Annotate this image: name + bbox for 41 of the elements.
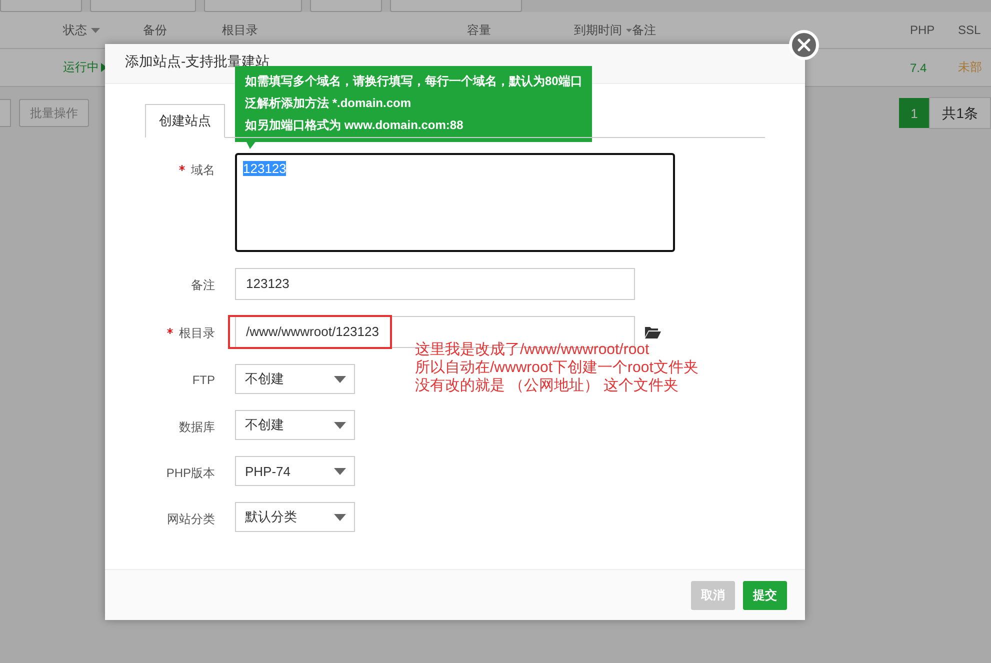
dropdown-caret-icon	[334, 514, 346, 520]
tab[interactable]: 创建站点	[145, 104, 225, 138]
page-button[interactable]: 1	[899, 98, 930, 128]
select-field[interactable]	[0, 99, 11, 127]
field-label: PHP版本	[165, 465, 215, 482]
batch-action-button[interactable]: 批量操作	[19, 99, 89, 127]
php-version-cell: 7.4	[910, 60, 927, 74]
required-asterisk-icon	[179, 165, 185, 171]
select-field[interactable]: 不创建	[235, 364, 355, 394]
required-asterisk-icon	[167, 328, 173, 334]
column-header[interactable]: 状态	[63, 22, 87, 38]
dropdown-caret-icon	[334, 376, 346, 382]
tooltip: 如需填写多个域名，请换行填写，每行一个域名，默认为80端口 泛解析添加方法 *.domain.com 如另加端口格式为 www.domain.com:88	[235, 66, 592, 142]
close-icon	[797, 38, 811, 52]
input-field[interactable]: 123123	[235, 268, 635, 300]
field-label: 域名	[145, 153, 215, 179]
column-header: PHP	[910, 23, 935, 37]
field-label: 网站分类	[166, 511, 215, 528]
ssl-status-cell: 未部	[958, 59, 982, 76]
domain-textarea[interactable]: 123123	[235, 153, 675, 252]
column-header: SSL	[958, 23, 981, 37]
select-field[interactable]: 默认分类	[235, 502, 355, 532]
column-header: 容量	[467, 22, 491, 38]
select-field[interactable]: PHP-74	[235, 456, 355, 486]
submit-button[interactable]: 提交	[743, 580, 787, 610]
tooltip-pointer-icon	[246, 141, 256, 149]
select-field[interactable]: 不创建	[235, 410, 355, 440]
field-label: 备注	[190, 277, 215, 294]
column-header: 备注	[632, 22, 656, 38]
column-header: 根目录	[222, 22, 258, 38]
sort-caret-icon	[91, 28, 100, 32]
field-label: 根目录	[145, 316, 215, 342]
dropdown-caret-icon	[334, 468, 346, 474]
sort-caret-icon	[626, 28, 632, 32]
field-label: 数据库	[178, 419, 215, 436]
column-header: 备份	[143, 22, 167, 38]
field-label: FTP	[191, 372, 215, 387]
folder-icon[interactable]	[645, 326, 661, 338]
total-count: 共1条	[929, 97, 991, 129]
dropdown-caret-icon	[334, 422, 346, 428]
column-header[interactable]: 到期时间	[574, 22, 622, 38]
